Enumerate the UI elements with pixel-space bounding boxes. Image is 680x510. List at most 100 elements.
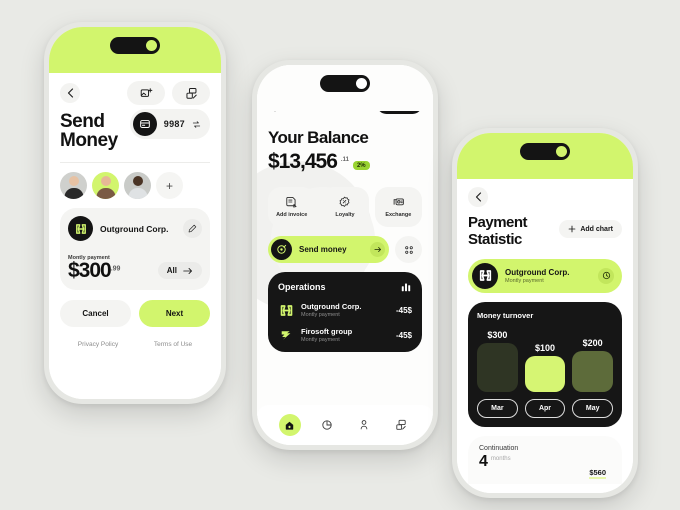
pie-chart-icon bbox=[321, 420, 332, 430]
image-add-button[interactable] bbox=[127, 81, 165, 105]
company-card[interactable]: Outground Corp. Montly payment bbox=[468, 258, 622, 293]
company-logo bbox=[68, 216, 93, 241]
action-loyalty[interactable]: Loyalty bbox=[321, 187, 369, 228]
payment-card: Outground Corp. Montly payment $300.99 A… bbox=[60, 208, 210, 291]
page-title: Payment Statistic bbox=[468, 214, 528, 249]
operation-row[interactable]: Firosoft group Montly payment -45$ bbox=[278, 327, 412, 343]
avatar bbox=[68, 176, 79, 186]
next-button[interactable]: Next bbox=[139, 300, 210, 328]
history-button[interactable] bbox=[598, 267, 614, 284]
action-exchange[interactable]: Exchange bbox=[374, 187, 422, 228]
continuation-card: Continuation 4 months $560 bbox=[468, 435, 622, 484]
add-contact-label: + bbox=[165, 178, 173, 193]
chart-bar[interactable] bbox=[477, 343, 518, 392]
balance-content: Fingen + More Your Balance $13,456 .11 2… bbox=[257, 65, 433, 445]
card-number: 9987 bbox=[163, 119, 185, 129]
chart-bar[interactable] bbox=[524, 355, 566, 392]
avatar bbox=[100, 176, 111, 186]
avatar-body bbox=[64, 188, 83, 199]
filter-all-button[interactable]: All bbox=[157, 262, 202, 280]
nav-profile[interactable] bbox=[353, 414, 375, 436]
continuation-unit: months bbox=[490, 455, 511, 462]
filter-all-label: All bbox=[166, 266, 177, 276]
nav-home[interactable] bbox=[278, 414, 301, 436]
send-money-label: Send money bbox=[299, 245, 347, 255]
grid-view-button[interactable] bbox=[395, 236, 422, 264]
plus-icon bbox=[568, 225, 576, 233]
add-contact-button[interactable]: + bbox=[156, 172, 183, 199]
send-money-button[interactable]: Send money bbox=[268, 236, 389, 264]
edit-button[interactable] bbox=[183, 219, 202, 238]
card-edit-icon bbox=[185, 87, 197, 99]
balance-heading: Your Balance bbox=[268, 128, 369, 147]
operations-card: Operations Outground Corp. Montly paymen… bbox=[268, 272, 422, 353]
chart-month-tab[interactable]: Mar bbox=[477, 398, 518, 418]
back-button[interactable] bbox=[60, 83, 80, 103]
bottom-nav bbox=[257, 405, 433, 445]
cancel-button[interactable]: Cancel bbox=[60, 300, 131, 328]
balance-row: $13,456 .11 2% bbox=[268, 150, 422, 173]
outground-logo-icon bbox=[75, 223, 86, 234]
amount-value: $300 bbox=[68, 259, 112, 282]
chart-bar-value: $200 bbox=[582, 337, 603, 348]
footer-amount: $560 bbox=[589, 467, 606, 479]
operation-text: Outground Corp. Montly payment bbox=[301, 302, 389, 318]
operation-logo bbox=[278, 327, 294, 343]
contact-avatar-3[interactable] bbox=[124, 172, 151, 199]
continuation-label: Continuation bbox=[479, 444, 519, 452]
chart-bar-value: $100 bbox=[534, 342, 556, 353]
chevron-left-icon bbox=[475, 192, 481, 202]
company-name: Outground Corp. bbox=[100, 223, 169, 234]
continuation-value: 4 bbox=[479, 452, 488, 470]
outground-logo-icon bbox=[280, 304, 292, 316]
avatar bbox=[132, 176, 143, 186]
chart-bar-value: $300 bbox=[487, 330, 508, 341]
contact-avatar-1[interactable] bbox=[60, 172, 87, 199]
back-button[interactable] bbox=[468, 187, 488, 207]
phone-send-money: Send Money 9987 + Outground Corp. Montly… bbox=[44, 22, 226, 404]
company-logo bbox=[472, 262, 498, 289]
chart-month-tab[interactable]: May bbox=[572, 398, 614, 418]
phone-payment-statistic: Payment Statistic plus-icon Add chart Ou… bbox=[452, 128, 638, 498]
person-icon bbox=[360, 420, 367, 430]
operation-name: Outground Corp. bbox=[301, 302, 362, 312]
chart-month-tabs: Mar Apr May bbox=[477, 398, 614, 418]
loyalty-badge-icon bbox=[340, 196, 350, 207]
operation-text: Firosoft group Montly payment bbox=[301, 327, 389, 343]
arrow-right-icon bbox=[183, 267, 192, 274]
add-chart-button[interactable]: plus-icon Add chart bbox=[559, 220, 622, 238]
balance-cents: .11 bbox=[340, 157, 349, 164]
camera-lens-icon bbox=[146, 40, 157, 51]
chart-month-tab[interactable]: Apr bbox=[524, 398, 566, 418]
card-edit-button[interactable] bbox=[172, 81, 210, 105]
contact-avatar-2[interactable] bbox=[92, 172, 119, 199]
screen-send-money: Send Money 9987 + Outground Corp. Montly… bbox=[49, 27, 221, 399]
action-label: Loyalty bbox=[335, 212, 355, 219]
page-title-line2: Statistic bbox=[468, 230, 522, 248]
chart-bars: $300 $100 $200 bbox=[477, 330, 614, 392]
privacy-policy-link[interactable]: Privacy Policy bbox=[78, 341, 118, 348]
chart-bar-column: $100 bbox=[524, 330, 566, 392]
operation-amount: -45$ bbox=[395, 305, 412, 315]
action-add-invoice[interactable]: Add invoice bbox=[268, 187, 316, 228]
chart-bar[interactable] bbox=[572, 350, 614, 392]
dynamic-island bbox=[520, 143, 570, 160]
card-selector[interactable]: 9987 bbox=[129, 109, 210, 139]
camera-lens-icon bbox=[556, 146, 567, 157]
statistic-content: Payment Statistic plus-icon Add chart Ou… bbox=[457, 179, 633, 493]
nav-stats[interactable] bbox=[316, 414, 338, 436]
page-title-line2: Money bbox=[60, 130, 118, 151]
swap-icon[interactable] bbox=[192, 120, 201, 129]
operation-row[interactable]: Outground Corp. Montly payment -45$ bbox=[278, 302, 412, 318]
avatar-body bbox=[96, 188, 115, 199]
bar-chart-icon[interactable] bbox=[400, 281, 412, 293]
action-label: Exchange bbox=[385, 212, 412, 219]
statistic-header: Payment Statistic plus-icon Add chart bbox=[468, 214, 622, 249]
image-add-icon bbox=[140, 87, 152, 97]
nav-cards[interactable] bbox=[390, 414, 412, 436]
pencil-icon bbox=[188, 224, 197, 233]
page-title-line1: Send bbox=[60, 111, 105, 132]
company-row[interactable]: Outground Corp. bbox=[68, 216, 202, 241]
terms-of-use-link[interactable]: Terms of Use bbox=[154, 341, 192, 348]
growth-badge: 2% bbox=[352, 161, 370, 171]
